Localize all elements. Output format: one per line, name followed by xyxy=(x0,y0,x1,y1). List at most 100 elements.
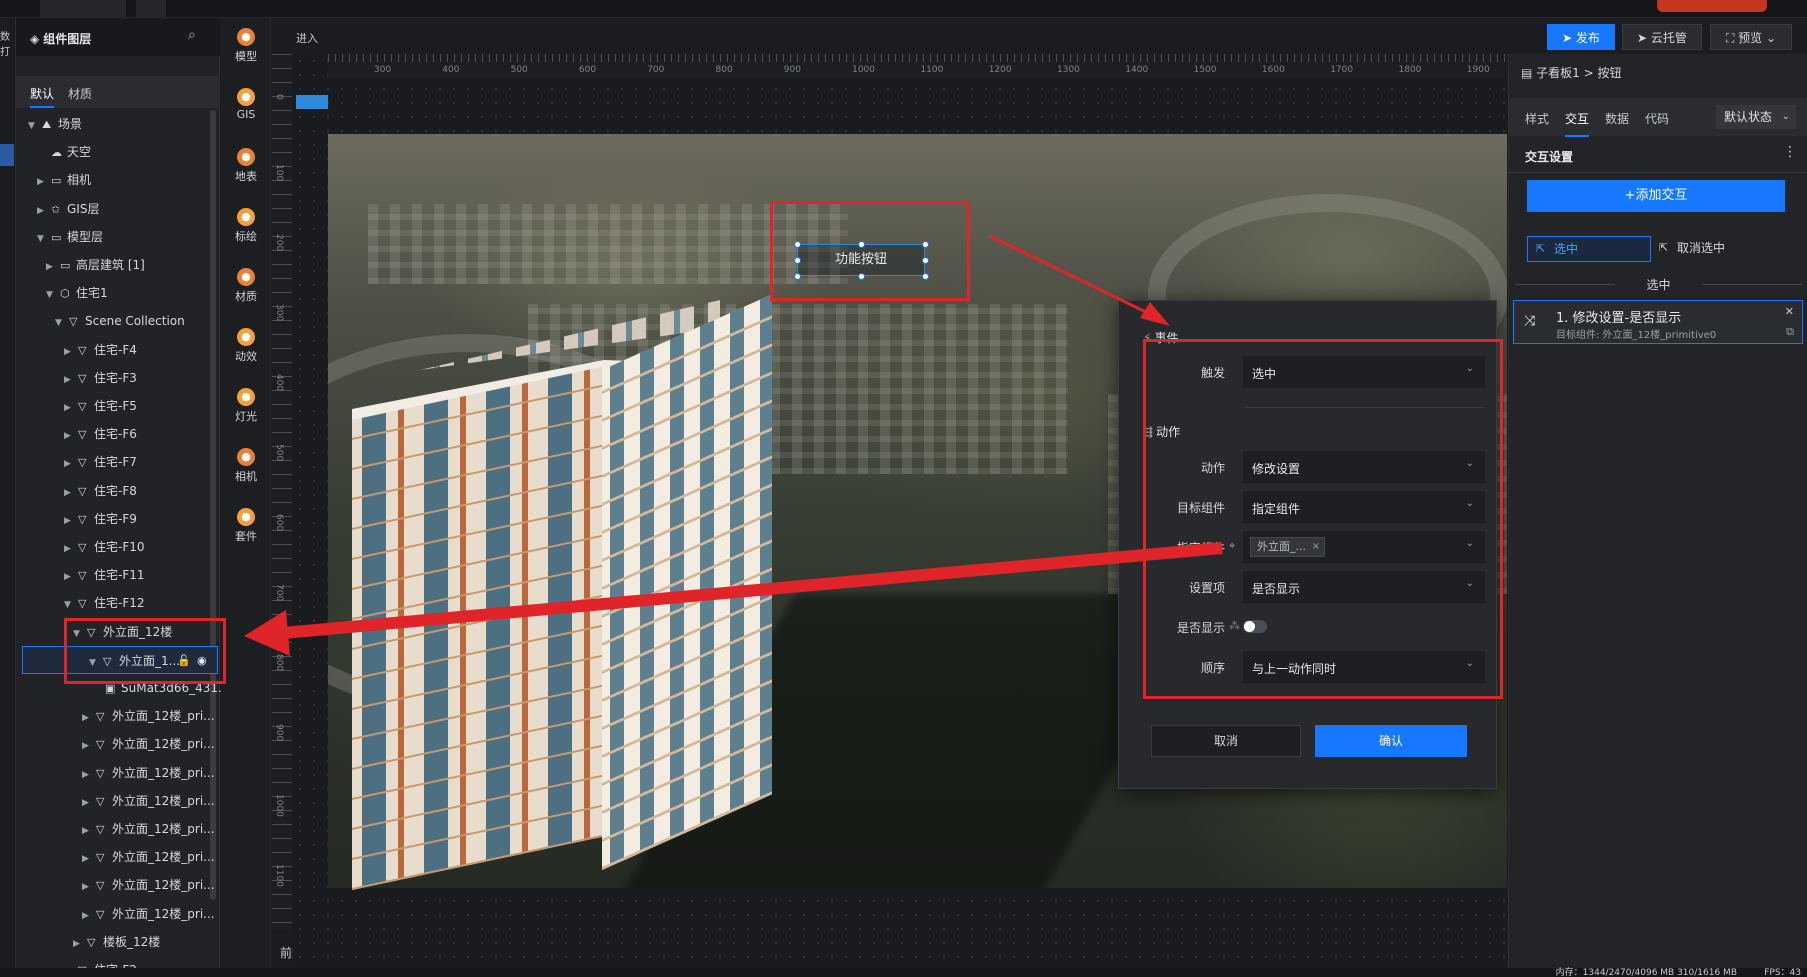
breadcrumb-text: 子看板1 > 按钮 xyxy=(1536,66,1622,80)
ruler-tick-label: 800 xyxy=(715,65,733,75)
tree-row[interactable]: ▶ ✩ GIS层 xyxy=(16,195,99,223)
tool-effect[interactable]: ● 动效 xyxy=(221,328,271,364)
tab-style[interactable]: 样式 xyxy=(1525,110,1549,127)
tree-row[interactable]: ▶ ▭ 高层建筑 [1] xyxy=(16,251,145,279)
top-tab[interactable] xyxy=(136,0,166,18)
tree-row[interactable]: ☁ 天空 xyxy=(16,138,91,166)
caret-down-icon[interactable]: ▼ xyxy=(46,281,60,309)
collection-icon: ▽ xyxy=(78,484,87,498)
tab-data[interactable]: 数据 xyxy=(1605,110,1629,127)
cloud-hosting-button[interactable]: ➤ 云托管 xyxy=(1622,24,1702,50)
caret-right-icon[interactable]: ▶ xyxy=(46,253,60,281)
highlight-box-tree-node xyxy=(64,618,226,684)
top-tab[interactable] xyxy=(40,0,126,18)
tree-row[interactable]: ▶ ▽ 住宅-F3 xyxy=(16,364,137,392)
ruler-tick-label: 700 xyxy=(274,584,284,602)
layer-panel-title-wrap: ◈ 组件图层 xyxy=(30,30,91,47)
tool-model[interactable]: ● 模型 xyxy=(221,28,271,64)
tree-row[interactable]: ▶ ▽ 住宅-F6 xyxy=(16,420,137,448)
caret-right-icon[interactable]: ▶ xyxy=(37,197,51,225)
preview-button[interactable]: ⛶ 预览 ⌄ xyxy=(1710,24,1792,50)
tree-row[interactable]: ▶ ▽ 住宅-F11 xyxy=(16,561,145,589)
caret-down-icon[interactable]: ▼ xyxy=(37,225,51,253)
caret-right-icon[interactable]: ▶ xyxy=(82,873,96,901)
tree-row-label: 住宅-F8 xyxy=(94,483,137,498)
collection-icon: ▽ xyxy=(96,851,105,865)
tool-gis[interactable]: ● GIS xyxy=(221,88,271,121)
confirm-button[interactable]: 确认 xyxy=(1315,725,1467,757)
tree-row[interactable]: ▶ ▽ 外立面_12楼_pri... xyxy=(16,702,215,730)
close-icon[interactable]: ✕ xyxy=(1785,305,1794,318)
caret-right-icon[interactable]: ▶ xyxy=(82,704,96,732)
gis-icon: ✩ xyxy=(51,202,61,216)
tree-row-label: 楼板_12楼 xyxy=(103,934,161,949)
tree-row[interactable]: ▼ ⛰ 场景 xyxy=(16,110,82,138)
tree-row[interactable]: ▶ ▽ 外立面_12楼_pri... xyxy=(16,759,215,787)
caret-right-icon[interactable]: ▶ xyxy=(82,732,96,760)
tree-row[interactable]: ▶ ▽ 外立面_12楼_pri... xyxy=(16,871,215,899)
add-interaction-button[interactable]: +添加交互 xyxy=(1527,180,1785,212)
tree-row[interactable]: ▶ ▽ 住宅-F10 xyxy=(16,533,145,561)
caret-right-icon[interactable]: ▶ xyxy=(64,507,78,535)
deselect-event-option[interactable]: ⇱ 取消选中 xyxy=(1651,236,1775,262)
caret-right-icon[interactable]: ▶ xyxy=(37,168,51,196)
caret-right-icon[interactable]: ▶ xyxy=(82,789,96,817)
tree-row[interactable]: ▶ ▽ 外立面_12楼_pri... xyxy=(16,787,215,815)
caret-right-icon[interactable]: ▶ xyxy=(64,338,78,366)
caret-right-icon[interactable]: ▶ xyxy=(64,535,78,563)
tree-row[interactable]: ▶ ▽ 住宅-F5 xyxy=(16,392,137,420)
ruler-tick-label: 800 xyxy=(274,654,284,672)
tree-row[interactable]: ▶ ▭ 相机 xyxy=(16,166,91,194)
caret-right-icon[interactable]: ▶ xyxy=(73,930,87,958)
publish-button[interactable]: ➤ 发布 xyxy=(1547,24,1615,50)
tool-material[interactable]: ● 材质 xyxy=(221,268,271,304)
caret-down-icon[interactable]: ▼ xyxy=(55,309,69,337)
caret-down-icon[interactable]: ▼ xyxy=(28,112,42,140)
tree-row[interactable]: ▶ ▽ 住宅-F4 xyxy=(16,336,137,364)
ruler-tick-label: 1100 xyxy=(920,65,944,75)
search-icon[interactable]: ⌕ xyxy=(188,27,196,43)
tree-row[interactable]: ▼ ⬡ 住宅1 xyxy=(16,279,108,307)
caret-right-icon[interactable]: ▶ xyxy=(64,450,78,478)
copy-icon[interactable]: ⧉ xyxy=(1786,325,1794,339)
tool-terrain[interactable]: ● 地表 xyxy=(221,148,271,184)
tab-code[interactable]: 代码 xyxy=(1645,110,1669,127)
caret-right-icon[interactable]: ▶ xyxy=(64,479,78,507)
building-side-facade[interactable] xyxy=(602,294,772,870)
caret-right-icon[interactable]: ▶ xyxy=(64,394,78,422)
tree-row[interactable]: ▶ ▽ 外立面_12楼_pri... xyxy=(16,843,215,871)
shuffle-icon: ⤨ xyxy=(1524,313,1536,329)
tree-row[interactable]: ▶ ▽ 外立面_12楼_pri... xyxy=(16,900,215,928)
tab-default[interactable]: 默认 xyxy=(30,85,55,108)
cancel-button[interactable]: 取消 xyxy=(1151,725,1301,757)
tree-row[interactable]: ▶ ▽ 住宅-F7 xyxy=(16,448,137,476)
select-event-option[interactable]: ⇱ 选中 xyxy=(1527,236,1651,262)
tree-row[interactable]: ▶ ▽ 住宅-F9 xyxy=(16,505,137,533)
caret-right-icon[interactable]: ▶ xyxy=(82,845,96,873)
caret-right-icon[interactable]: ▶ xyxy=(64,563,78,591)
tree-row[interactable]: ▶ ▽ 外立面_12楼_pri... xyxy=(16,815,215,843)
tree-row[interactable]: ▼ ▭ 模型层 xyxy=(16,223,103,251)
building-front-facade[interactable] xyxy=(352,366,602,891)
caret-right-icon[interactable]: ▶ xyxy=(82,902,96,930)
caret-right-icon[interactable]: ▶ xyxy=(64,366,78,394)
effect-tool-icon: ● xyxy=(237,328,255,346)
tree-row[interactable]: ▼ ▽ 住宅-F12 xyxy=(16,589,145,617)
interaction-action-card[interactable]: ⤨ 1. 修改设置-是否显示 目标组件: 外立面_12楼_primitive0 … xyxy=(1513,300,1803,344)
tool-kit[interactable]: ● 套件 xyxy=(221,508,271,544)
tool-camera[interactable]: ● 相机 xyxy=(221,448,271,484)
tool-marker[interactable]: ● 标绘 xyxy=(221,208,271,244)
tab-material[interactable]: 材质 xyxy=(68,85,92,102)
state-select[interactable]: 默认状态 ⌄ xyxy=(1715,105,1796,129)
tree-row[interactable]: ▶ ▽ 楼板_12楼 xyxy=(16,928,160,956)
more-options-icon[interactable]: ⋮ xyxy=(1783,144,1797,160)
caret-right-icon[interactable]: ▶ xyxy=(82,817,96,845)
tab-interaction[interactable]: 交互 xyxy=(1565,110,1590,137)
caret-down-icon[interactable]: ▼ xyxy=(64,591,78,619)
caret-right-icon[interactable]: ▶ xyxy=(82,761,96,789)
tree-row[interactable]: ▼ ▽ Scene Collection xyxy=(16,307,185,335)
tree-row[interactable]: ▶ ▽ 外立面_12楼_pri... xyxy=(16,730,215,758)
caret-right-icon[interactable]: ▶ xyxy=(64,422,78,450)
tree-row[interactable]: ▶ ▽ 住宅-F8 xyxy=(16,477,137,505)
tool-light[interactable]: ● 灯光 xyxy=(221,388,271,424)
